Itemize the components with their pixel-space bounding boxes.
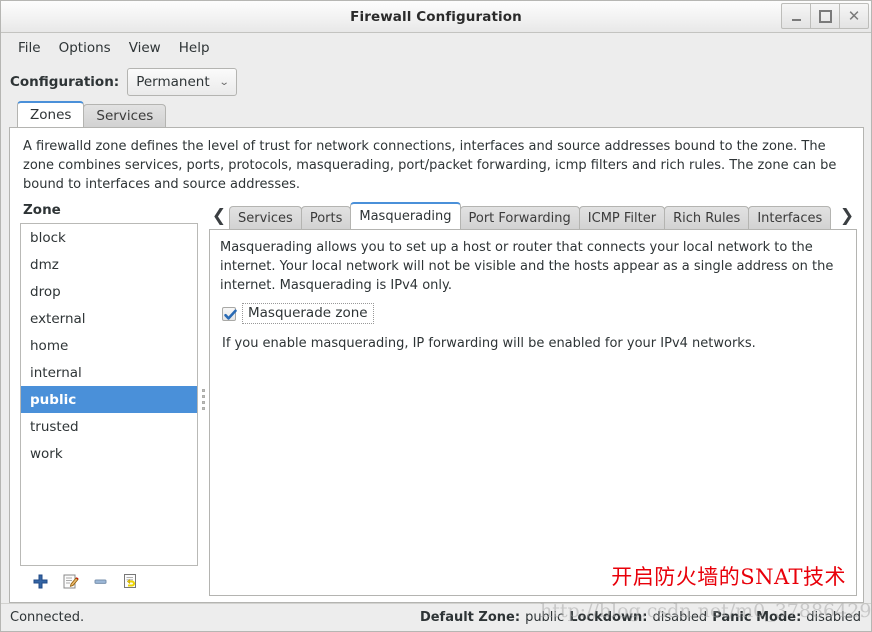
zone-list-item-public[interactable]: public xyxy=(21,386,197,413)
tab-ports[interactable]: Ports xyxy=(300,206,352,229)
zone-list-header: Zone xyxy=(23,202,61,218)
zones-split-view: Zone block dmz drop external home intern… xyxy=(10,198,863,602)
zone-list-pane: Zone block dmz drop external home intern… xyxy=(20,202,198,596)
zone-list-item-block[interactable]: block xyxy=(21,224,197,251)
menu-item-options[interactable]: Options xyxy=(50,37,120,59)
tab-rich-rules[interactable]: Rich Rules xyxy=(664,206,750,229)
status-bar: Connected. Default Zone: public Lockdown… xyxy=(1,603,871,631)
tab-services[interactable]: Services xyxy=(83,104,167,127)
close-icon: ✕ xyxy=(847,6,861,25)
splitter-grip-dot xyxy=(202,394,205,398)
splitter-grip-dot xyxy=(202,400,205,404)
tab-services[interactable]: Services xyxy=(229,206,302,229)
masquerading-description: Masquerading allows you to set up a host… xyxy=(220,240,834,293)
panic-mode-label: Panic Mode: xyxy=(712,610,802,625)
tabs-scroll-right-icon[interactable]: ❯ xyxy=(837,203,857,229)
zone-list[interactable]: block dmz drop external home internal pu… xyxy=(20,223,198,566)
menu-item-file[interactable]: File xyxy=(9,37,50,59)
zone-list-item-trusted[interactable]: trusted xyxy=(21,413,197,440)
load-zone-defaults-icon[interactable] xyxy=(122,573,139,590)
tab-port-forwarding[interactable]: Port Forwarding xyxy=(459,206,580,229)
splitter-grip-dot xyxy=(202,406,205,410)
zone-list-item-work[interactable]: work xyxy=(21,440,197,467)
configuration-label: Configuration: xyxy=(10,74,120,90)
tab-zones[interactable]: Zones xyxy=(17,101,85,127)
zone-list-item-internal[interactable]: internal xyxy=(21,359,197,386)
inner-tab-strip: ❮ Services Ports Masquerading Port Forwa… xyxy=(209,202,857,229)
connection-status: Connected. xyxy=(10,610,85,625)
minimize-button[interactable] xyxy=(781,3,811,29)
minimize-icon xyxy=(791,18,801,21)
zone-list-item-external[interactable]: external xyxy=(21,305,197,332)
masquerade-zone-checkbox-row[interactable]: Masquerade zone xyxy=(222,303,846,324)
panic-mode-value: disabled xyxy=(806,610,861,625)
zone-list-toolbar xyxy=(20,566,198,596)
menu-bar: File Options View Help xyxy=(1,33,871,62)
default-zone-label: Default Zone: xyxy=(419,610,521,625)
window-controls: ✕ xyxy=(781,3,869,29)
masquerade-zone-checkbox[interactable] xyxy=(222,306,237,321)
masquerading-panel: Masquerading allows you to set up a host… xyxy=(209,229,857,596)
masquerade-zone-label[interactable]: Masquerade zone xyxy=(242,303,374,324)
configuration-select[interactable]: Permanent ⌄ xyxy=(127,68,238,96)
tabs-scroll-left-icon[interactable]: ❮ xyxy=(209,203,229,229)
pane-splitter[interactable] xyxy=(198,202,209,596)
zone-list-item-drop[interactable]: drop xyxy=(21,278,197,305)
maximize-icon xyxy=(818,9,832,23)
remove-zone-icon[interactable] xyxy=(92,573,109,590)
inner-tabs-scroller: Services Ports Masquerading Port Forward… xyxy=(229,202,837,229)
configuration-select-value: Permanent xyxy=(136,74,210,90)
tab-icmp-filter[interactable]: ICMP Filter xyxy=(578,206,666,229)
main-notebook: Zones Services A firewalld zone defines … xyxy=(1,101,871,603)
zone-detail-pane: ❮ Services Ports Masquerading Port Forwa… xyxy=(209,202,857,596)
zone-list-item-home[interactable]: home xyxy=(21,332,197,359)
menu-item-help[interactable]: Help xyxy=(170,37,219,59)
add-zone-icon[interactable] xyxy=(32,573,49,590)
status-summary: Default Zone: public Lockdown: disabled … xyxy=(420,610,861,625)
tab-interfaces[interactable]: Interfaces xyxy=(748,206,832,229)
maximize-button[interactable] xyxy=(810,3,840,29)
lockdown-label: Lockdown: xyxy=(569,610,648,625)
annotation-text: 开启防火墙的SNAT技术 xyxy=(611,565,846,589)
splitter-grip-dot xyxy=(202,388,205,392)
configuration-row: Configuration: Permanent ⌄ xyxy=(1,62,871,102)
window-title: Firewall Configuration xyxy=(350,8,522,25)
masquerading-note: If you enable masquerading, IP forwardin… xyxy=(222,336,756,351)
firewall-configuration-window: Firewall Configuration ✕ File Options Vi… xyxy=(0,0,872,632)
outer-tab-strip: Zones Services xyxy=(9,101,864,127)
zone-description: A firewalld zone defines the level of tr… xyxy=(23,139,837,192)
zones-panel: A firewalld zone defines the level of tr… xyxy=(9,127,864,603)
default-zone-value: public xyxy=(525,610,565,625)
checkmark-icon xyxy=(224,309,237,320)
lockdown-value: disabled xyxy=(652,610,708,625)
menu-item-view[interactable]: View xyxy=(120,37,170,59)
chevron-down-icon: ⌄ xyxy=(218,76,230,88)
edit-zone-icon[interactable] xyxy=(62,573,79,590)
close-button[interactable]: ✕ xyxy=(839,3,869,29)
title-bar: Firewall Configuration ✕ xyxy=(1,1,871,33)
tab-masquerading[interactable]: Masquerading xyxy=(350,202,461,229)
zone-list-item-dmz[interactable]: dmz xyxy=(21,251,197,278)
